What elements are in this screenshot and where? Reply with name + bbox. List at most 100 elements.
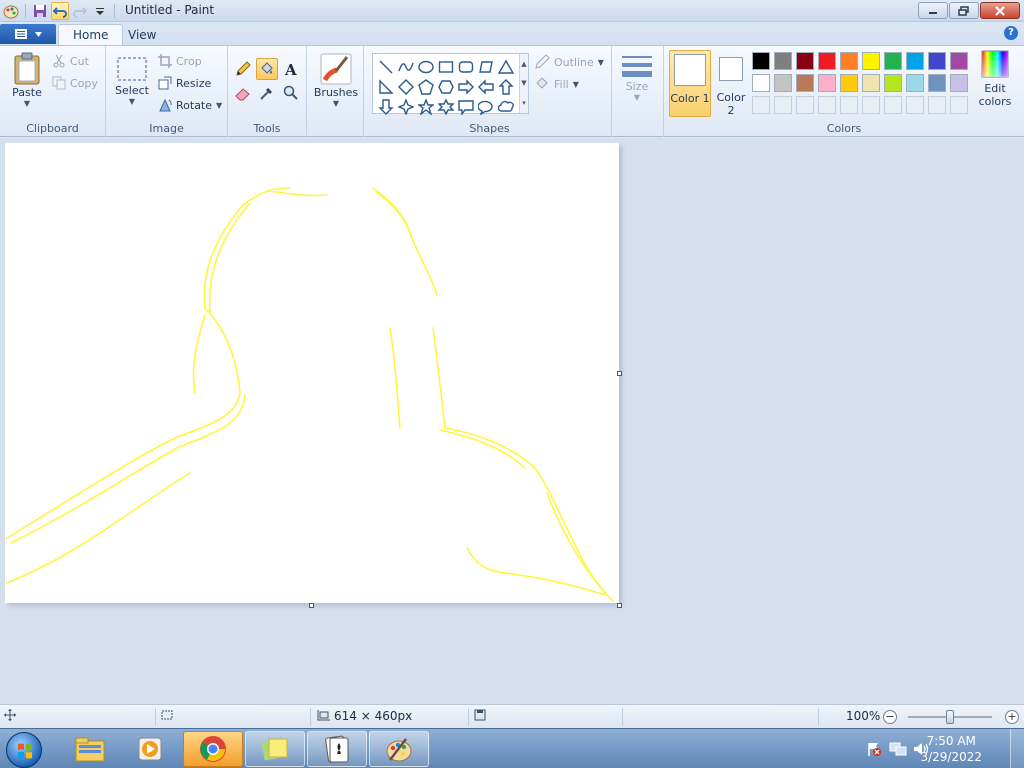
diamond-shape-icon[interactable] bbox=[395, 76, 417, 98]
scroll-down-icon[interactable]: ▼ bbox=[521, 79, 526, 87]
qat-customize-icon[interactable] bbox=[91, 2, 109, 20]
taskbar-solitaire[interactable] bbox=[307, 731, 367, 767]
shapes-scrollbar[interactable]: ▲ ▼ ▾ bbox=[519, 54, 528, 113]
rounded-rectangle-shape-icon[interactable] bbox=[455, 56, 477, 78]
palette-swatch-empty[interactable] bbox=[796, 96, 814, 114]
oval-callout-shape-icon[interactable] bbox=[475, 96, 497, 118]
palette-swatch[interactable] bbox=[928, 74, 946, 92]
rotate-button[interactable]: Rotate ▼ bbox=[158, 98, 222, 112]
left-arrow-shape-icon[interactable] bbox=[475, 76, 497, 98]
close-button[interactable] bbox=[980, 2, 1020, 19]
oval-shape-icon[interactable] bbox=[415, 56, 437, 78]
pentagon-shape-icon[interactable] bbox=[415, 76, 437, 98]
palette-swatch[interactable] bbox=[752, 52, 770, 70]
rectangular-callout-shape-icon[interactable] bbox=[455, 96, 477, 118]
cloud-callout-shape-icon[interactable] bbox=[495, 96, 517, 118]
minimize-button[interactable] bbox=[918, 2, 948, 19]
palette-swatch[interactable] bbox=[884, 74, 902, 92]
line-shape-icon[interactable] bbox=[375, 56, 397, 78]
resize-handle-corner[interactable] bbox=[617, 603, 622, 608]
curve-shape-icon[interactable] bbox=[395, 56, 417, 78]
taskbar-media-player[interactable] bbox=[120, 731, 180, 767]
palette-swatch-empty[interactable] bbox=[862, 96, 880, 114]
drawing-canvas[interactable] bbox=[5, 143, 619, 603]
select-button[interactable]: Select ▼ bbox=[114, 56, 150, 106]
fill-button[interactable]: Fill ▼ bbox=[534, 76, 579, 92]
palette-swatch-empty[interactable] bbox=[906, 96, 924, 114]
fill-bucket-icon[interactable] bbox=[256, 58, 278, 80]
crop-button[interactable]: Crop bbox=[158, 54, 202, 68]
magnifier-icon[interactable] bbox=[280, 82, 302, 104]
palette-swatch-empty[interactable] bbox=[928, 96, 946, 114]
palette-swatch-empty[interactable] bbox=[774, 96, 792, 114]
palette-swatch[interactable] bbox=[840, 74, 858, 92]
palette-swatch[interactable] bbox=[862, 52, 880, 70]
restore-button[interactable] bbox=[949, 2, 979, 19]
palette-swatch[interactable] bbox=[906, 52, 924, 70]
help-icon[interactable]: ? bbox=[1004, 26, 1018, 40]
start-button[interactable] bbox=[6, 732, 42, 768]
network-icon[interactable] bbox=[889, 741, 907, 760]
right-triangle-shape-icon[interactable] bbox=[375, 76, 397, 98]
save-icon[interactable] bbox=[31, 2, 49, 20]
palette-swatch[interactable] bbox=[774, 74, 792, 92]
edit-colors-button[interactable]: Edit colors bbox=[974, 50, 1016, 117]
palette-swatch[interactable] bbox=[774, 52, 792, 70]
taskbar-sticky-notes[interactable] bbox=[245, 731, 305, 767]
polygon-shape-icon[interactable] bbox=[475, 56, 497, 78]
palette-swatch-empty[interactable] bbox=[818, 96, 836, 114]
color2-button[interactable]: Color 2 bbox=[712, 50, 750, 117]
resize-button[interactable]: Resize bbox=[158, 76, 211, 90]
zoom-in-button[interactable]: + bbox=[1005, 710, 1019, 724]
resize-handle-right[interactable] bbox=[617, 371, 622, 376]
palette-swatch[interactable] bbox=[818, 74, 836, 92]
palette-swatch[interactable] bbox=[796, 74, 814, 92]
palette-swatch[interactable] bbox=[752, 74, 770, 92]
six-point-star-shape-icon[interactable] bbox=[435, 96, 457, 118]
rectangle-shape-icon[interactable] bbox=[435, 56, 457, 78]
resize-handle-bottom[interactable] bbox=[309, 603, 314, 608]
paint-menu-button[interactable] bbox=[0, 24, 56, 44]
palette-swatch-empty[interactable] bbox=[884, 96, 902, 114]
right-arrow-shape-icon[interactable] bbox=[455, 76, 477, 98]
five-point-star-shape-icon[interactable] bbox=[415, 96, 437, 118]
palette-swatch[interactable] bbox=[884, 52, 902, 70]
four-point-star-shape-icon[interactable] bbox=[395, 96, 417, 118]
triangle-shape-icon[interactable] bbox=[495, 56, 517, 78]
palette-swatch[interactable] bbox=[840, 52, 858, 70]
undo-icon[interactable] bbox=[51, 2, 69, 20]
tab-view[interactable]: View bbox=[114, 24, 170, 45]
copy-button[interactable]: Copy bbox=[52, 76, 98, 90]
palette-swatch[interactable] bbox=[950, 74, 968, 92]
palette-swatch-empty[interactable] bbox=[950, 96, 968, 114]
palette-swatch-empty[interactable] bbox=[752, 96, 770, 114]
redo-icon[interactable] bbox=[71, 2, 89, 20]
down-arrow-shape-icon[interactable] bbox=[375, 96, 397, 118]
action-center-icon[interactable] bbox=[866, 741, 882, 760]
palette-swatch[interactable] bbox=[950, 52, 968, 70]
zoom-slider-thumb[interactable] bbox=[946, 710, 954, 724]
show-desktop-button[interactable] bbox=[1010, 729, 1024, 768]
palette-swatch-empty[interactable] bbox=[840, 96, 858, 114]
color-picker-icon[interactable] bbox=[256, 82, 278, 104]
hexagon-shape-icon[interactable] bbox=[435, 76, 457, 98]
outline-button[interactable]: Outline ▼ bbox=[534, 54, 604, 70]
text-tool-icon[interactable]: A bbox=[280, 58, 302, 80]
paste-button[interactable]: Paste ▼ bbox=[8, 52, 46, 108]
brushes-button[interactable]: Brushes ▼ bbox=[314, 52, 358, 108]
color1-button[interactable]: Color 1 bbox=[669, 50, 711, 117]
pencil-icon[interactable] bbox=[232, 58, 254, 80]
scroll-up-icon[interactable]: ▲ bbox=[521, 60, 526, 68]
clock[interactable]: 7:50 AM 3/29/2022 bbox=[920, 733, 982, 765]
eraser-icon[interactable] bbox=[232, 82, 254, 104]
taskbar-chrome[interactable] bbox=[183, 731, 243, 767]
taskbar-explorer[interactable] bbox=[60, 731, 120, 767]
size-button[interactable]: Size ▼ bbox=[619, 54, 655, 102]
shapes-more-icon[interactable]: ▾ bbox=[522, 99, 526, 107]
cut-button[interactable]: Cut bbox=[52, 54, 89, 68]
palette-swatch[interactable] bbox=[928, 52, 946, 70]
taskbar-paint[interactable] bbox=[369, 731, 429, 767]
palette-swatch[interactable] bbox=[862, 74, 880, 92]
up-arrow-shape-icon[interactable] bbox=[495, 76, 517, 98]
zoom-out-button[interactable]: − bbox=[883, 710, 897, 724]
